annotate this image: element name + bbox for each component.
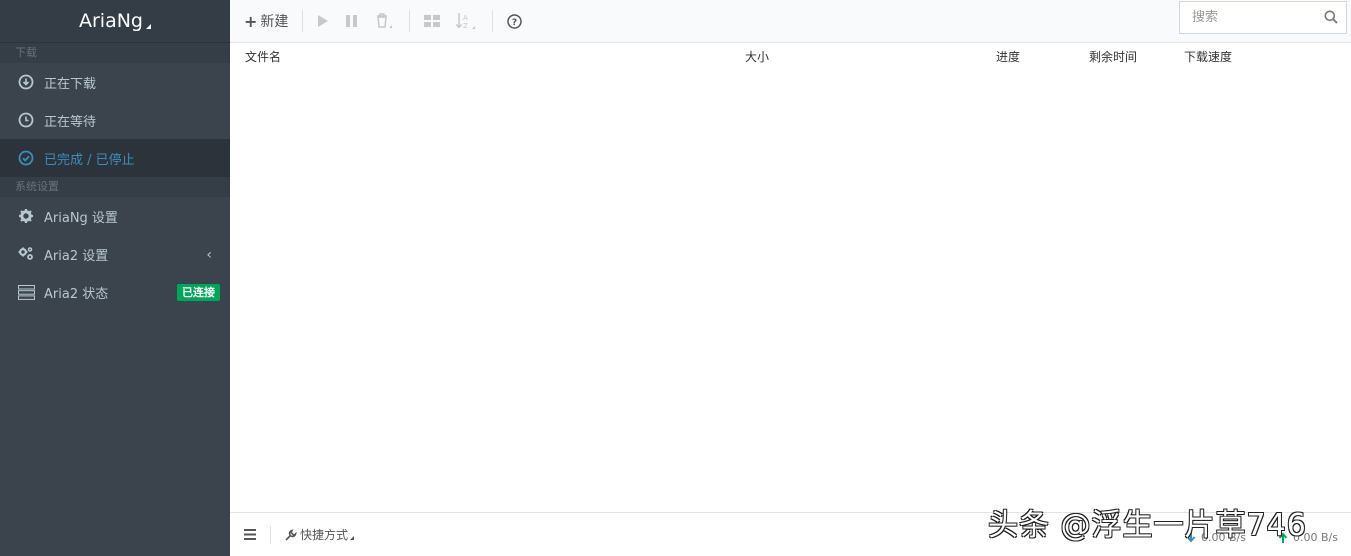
pause-icon <box>346 15 358 27</box>
sidebar: AriaNg 下载 正在下载 正在等待 已完成 / 已停止 系统设置 AriaN… <box>0 0 230 556</box>
column-header-download-speed[interactable]: 下载速度 <box>1184 48 1232 65</box>
toolbar-divider <box>409 10 411 32</box>
help-circle-icon: ? <box>507 13 523 29</box>
sidebar-item-label: 已完成 / 已停止 <box>44 152 135 168</box>
sidebar-item-label: AriaNg 设置 <box>44 210 118 226</box>
search-icon[interactable] <box>1324 10 1338 24</box>
chevron-left-icon[interactable]: ‹ <box>206 247 212 263</box>
svg-text:A: A <box>463 14 468 22</box>
sidebar-item-aria2-settings[interactable]: Aria2 设置 ‹ <box>0 235 230 273</box>
brand-logo[interactable]: AriaNg <box>0 0 230 43</box>
help-button[interactable]: ? <box>499 0 530 42</box>
clock-icon <box>17 111 35 129</box>
sidebar-item-label: 正在下载 <box>44 76 97 92</box>
search-input[interactable] <box>1190 9 1324 26</box>
shortcut-label: 快捷方式 <box>300 528 349 542</box>
column-header-size[interactable]: 大小 <box>745 48 769 65</box>
hamburger-menu-icon[interactable] <box>244 529 256 540</box>
section-header-settings: 系统设置 <box>0 177 230 197</box>
toolbar-divider <box>492 10 494 32</box>
view-toggle-button[interactable] <box>416 0 448 42</box>
search-box <box>1179 1 1347 34</box>
download-circle-icon <box>17 73 35 91</box>
grid-icon <box>424 15 441 27</box>
sort-alpha-icon: AZ <box>456 13 476 30</box>
server-icon <box>17 283 35 301</box>
gears-icon <box>17 245 35 263</box>
watermark-text: 头条 @浮生一片草746 <box>988 508 1307 543</box>
sidebar-item-label: 正在等待 <box>44 114 97 130</box>
toolbar: + 新建 AZ ? <box>230 0 1351 43</box>
new-task-label: 新建 <box>260 14 289 30</box>
shortcut-menu-button[interactable]: 快捷方式 <box>285 526 355 543</box>
column-header-filename[interactable]: 文件名 <box>245 48 281 65</box>
toolbar-divider <box>302 10 304 32</box>
task-table-header: 文件名 大小 进度 剩余时间 下载速度 <box>230 43 1351 67</box>
sidebar-item-aria2-status[interactable]: Aria2 状态 已连接 <box>0 273 230 311</box>
gear-icon <box>17 207 35 225</box>
play-icon <box>318 15 329 27</box>
delete-button[interactable] <box>367 0 403 42</box>
sort-button[interactable]: AZ <box>448 0 486 42</box>
start-button[interactable] <box>309 0 337 42</box>
sidebar-item-label: Aria2 状态 <box>44 286 109 302</box>
wrench-icon <box>285 528 297 541</box>
brand-title: AriaNg <box>78 10 143 32</box>
sidebar-item-waiting[interactable]: 正在等待 <box>0 101 230 139</box>
svg-text:?: ? <box>512 18 517 28</box>
status-badge: 已连接 <box>177 284 220 301</box>
section-header-downloads: 下载 <box>0 43 230 63</box>
trash-icon <box>377 13 393 28</box>
new-task-button[interactable]: + 新建 <box>236 0 296 42</box>
svg-text:Z: Z <box>463 22 468 30</box>
footer-divider <box>270 525 271 544</box>
brand-caret-icon <box>146 23 151 29</box>
caret-icon <box>350 536 355 540</box>
check-circle-icon <box>17 149 35 167</box>
column-header-progress[interactable]: 进度 <box>996 48 1020 65</box>
plus-icon: + <box>244 11 258 31</box>
sidebar-item-ariang-settings[interactable]: AriaNg 设置 <box>0 197 230 235</box>
pause-button[interactable] <box>337 0 367 42</box>
sidebar-item-downloading[interactable]: 正在下载 <box>0 63 230 101</box>
column-header-remaining-time[interactable]: 剩余时间 <box>1089 48 1137 65</box>
sidebar-item-stopped[interactable]: 已完成 / 已停止 <box>0 139 230 177</box>
sidebar-item-label: Aria2 设置 <box>44 248 109 264</box>
